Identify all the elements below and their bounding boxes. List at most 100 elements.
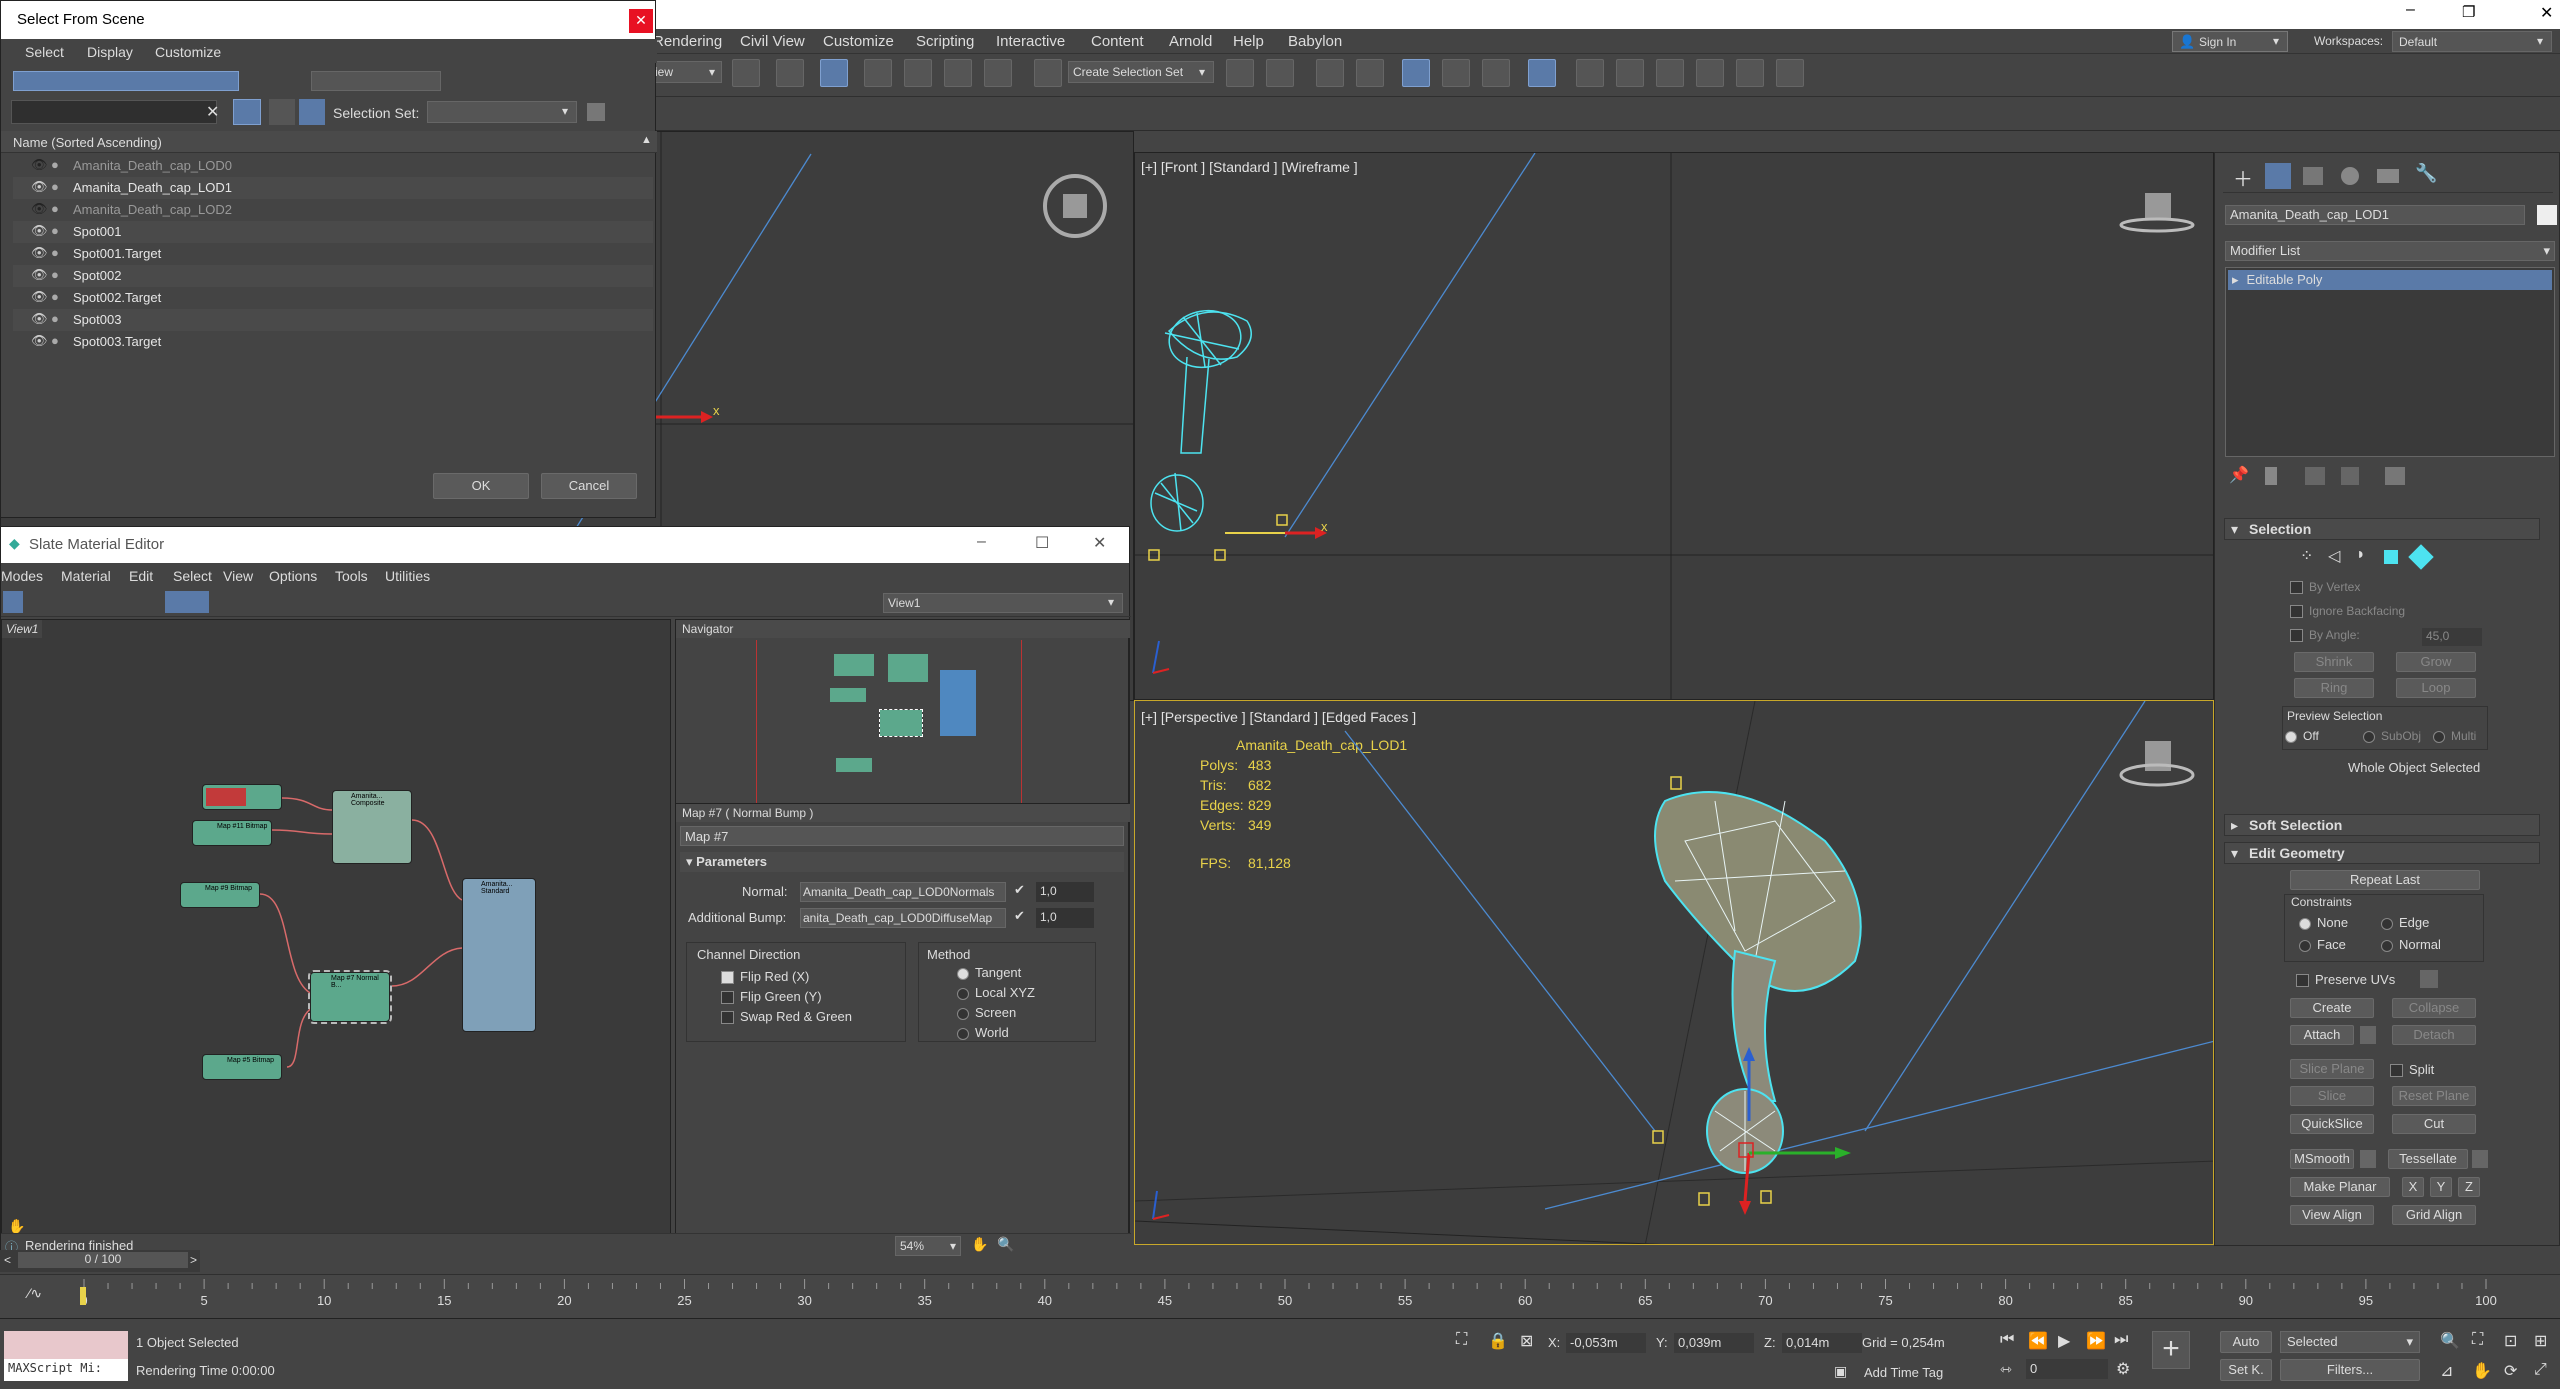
preview-off-radio[interactable]: Off <box>2285 729 2319 743</box>
zoom-extents-all-icon[interactable]: ⊞ <box>2534 1331 2547 1351</box>
repeat-last-button[interactable]: Repeat Last <box>2290 870 2480 890</box>
visibility-eye-icon[interactable]: 👁 <box>31 223 48 239</box>
zoom-extents-icon[interactable]: ⊡ <box>2504 1331 2517 1351</box>
display-tab-icon[interactable] <box>2377 169 2399 183</box>
bump-enable-check-icon[interactable]: ✔ <box>1014 908 1025 924</box>
normal-amount-spinner[interactable]: 1,0 <box>1036 882 1094 902</box>
layers-icon[interactable] <box>269 99 295 125</box>
workspace-dropdown[interactable]: Default ▾ <box>2392 31 2552 52</box>
normal-map-button[interactable]: Amanita_Death_cap_LOD0Normals <box>800 882 1006 902</box>
menu-interactive[interactable]: Interactive <box>996 33 1065 50</box>
selection-set-dropdown-dialog[interactable]: ▾ <box>427 101 577 123</box>
slate-menu-select[interactable]: Select <box>173 568 212 584</box>
list-column-header[interactable]: Name (Sorted Ascending) ▲ <box>1 131 657 153</box>
bitmap-node-red[interactable] <box>202 784 282 810</box>
restore-window-icon[interactable]: ❐ <box>2462 3 2475 21</box>
prev-frame-icon[interactable]: < <box>4 1253 11 1267</box>
stack-item-editable-poly[interactable]: ▸ Editable Poly <box>2228 270 2552 290</box>
render-setup-icon[interactable] <box>1576 59 1604 87</box>
slate-menu-modes[interactable]: Modes <box>1 568 43 584</box>
edge-icon[interactable]: ◁ <box>2328 546 2340 566</box>
clear-search-icon[interactable]: ✕ <box>206 102 219 122</box>
lock-selection-icon[interactable]: 🔒 <box>1488 1331 1508 1351</box>
next-frame-icon[interactable]: > <box>190 1253 197 1267</box>
z-coordinate-field[interactable]: 0,014m <box>1782 1333 1862 1353</box>
angle-spinner[interactable]: 45,0 <box>2422 628 2482 646</box>
msmooth-button[interactable]: MSmooth <box>2290 1149 2354 1169</box>
slate-menu-utilities[interactable]: Utilities <box>385 568 430 584</box>
orbit-icon[interactable]: ⟳ <box>2504 1361 2517 1381</box>
make-unique-icon[interactable] <box>2305 467 2325 485</box>
render-cloud-icon[interactable] <box>1696 59 1724 87</box>
dialog-menu-display[interactable]: Display <box>87 44 133 60</box>
slate-menu-view[interactable]: View <box>223 568 253 584</box>
visibility-eye-icon[interactable]: 👁 <box>31 289 48 305</box>
tangent-radio[interactable]: Tangent <box>957 965 1021 980</box>
menu-rendering[interactable]: Rendering <box>653 33 722 50</box>
screen-radio[interactable]: Screen <box>957 1005 1016 1020</box>
create-tab-icon[interactable]: ＋ <box>2233 163 2253 192</box>
list-item[interactable]: 👁 ● Spot001.Target <box>13 243 653 265</box>
constraint-face-radio[interactable]: Face <box>2299 937 2346 952</box>
create-button[interactable]: Create <box>2290 998 2374 1018</box>
curve-editor-icon[interactable] <box>1442 59 1470 87</box>
expand-arrow-icon[interactable]: ▸ <box>2232 272 2239 287</box>
reset-plane-button[interactable]: Reset Plane <box>2392 1086 2476 1106</box>
render-production-icon[interactable] <box>1656 59 1684 87</box>
time-config-icon[interactable]: ⚙ <box>2116 1359 2130 1379</box>
vertex-icon[interactable]: ⁘ <box>2300 546 2313 566</box>
modifier-list-dropdown[interactable]: Modifier List ▾ <box>2225 241 2555 261</box>
ignore-backfacing-checkbox[interactable]: Ignore Backfacing <box>2290 604 2405 619</box>
preview-multi-radio[interactable]: Multi <box>2433 729 2476 743</box>
dialog-menu-select[interactable]: Select <box>25 44 64 60</box>
prev-key-icon[interactable]: ⏪ <box>2028 1331 2048 1351</box>
angle-snap-icon[interactable] <box>904 59 932 87</box>
visibility-eye-icon[interactable]: 👁 <box>31 333 48 349</box>
local-xyz-radio[interactable]: Local XYZ <box>957 985 1035 1000</box>
fov-icon[interactable]: ⊿ <box>2440 1361 2453 1381</box>
time-slider[interactable]: < 0 / 100 > <box>0 1250 200 1272</box>
flip-green-checkbox[interactable]: Flip Green (Y) <box>721 989 822 1005</box>
minimize-window-icon[interactable]: – <box>2406 1 2415 19</box>
visibility-eye-icon[interactable]: 👁 <box>31 245 48 261</box>
attach-list-icon[interactable] <box>2360 1026 2376 1044</box>
border-icon[interactable]: ◗ <box>2356 546 2366 564</box>
soft-selection-rollout[interactable]: ▸ Soft Selection <box>2224 814 2540 836</box>
map9-bitmap-node[interactable]: Map #9 Bitmap <box>180 882 260 908</box>
zoom-all-icon[interactable]: ⛶ <box>2472 1331 2483 1349</box>
bump-amount-spinner[interactable]: 1,0 <box>1036 908 1094 928</box>
map5-bitmap-node[interactable]: Map #5 Bitmap <box>202 1054 282 1080</box>
polygon-icon[interactable] <box>2384 550 2398 564</box>
view-align-button[interactable]: View Align <box>2290 1205 2374 1225</box>
layer-explorer-icon[interactable] <box>1356 59 1384 87</box>
auto-key-button[interactable]: Auto <box>2220 1331 2272 1353</box>
edit-named-sets-icon[interactable] <box>1034 59 1062 87</box>
key-filter-dropdown[interactable]: Selected ▾ <box>2280 1331 2420 1353</box>
visibility-eye-icon[interactable]: 👁 <box>31 157 48 173</box>
by-angle-checkbox[interactable]: By Angle: <box>2290 628 2360 643</box>
list-item[interactable]: 👁 ● Amanita_Death_cap_LOD0 <box>13 155 653 177</box>
maximize-viewport-icon[interactable]: ⤢ <box>2534 1361 2547 1379</box>
list-item[interactable]: 👁 ● Spot002 <box>13 265 653 287</box>
schematic-view-icon[interactable] <box>1482 59 1510 87</box>
menu-civil-view[interactable]: Civil View <box>740 33 805 50</box>
goto-start-icon[interactable]: ⏮ <box>2000 1331 2014 1349</box>
planar-y-button[interactable]: Y <box>2430 1177 2452 1197</box>
list-item[interactable]: 👁 ● Spot003.Target <box>13 331 653 353</box>
configure-sets-icon[interactable] <box>2385 467 2405 485</box>
detach-button[interactable]: Detach <box>2392 1025 2476 1045</box>
layout-icon[interactable] <box>165 591 209 613</box>
close-slate-icon[interactable]: ✕ <box>1093 533 1106 553</box>
pan-view-icon[interactable]: ✋ <box>2472 1361 2492 1381</box>
object-name-input[interactable]: Amanita_Death_cap_LOD1 <box>2225 205 2525 225</box>
preview-subobj-radio[interactable]: SubObj <box>2363 729 2421 743</box>
dialog-menu-customize[interactable]: Customize <box>155 44 221 60</box>
zoom-dropdown[interactable]: 54% ▾ <box>895 1236 961 1256</box>
planar-x-button[interactable]: X <box>2402 1177 2424 1197</box>
maximize-icon[interactable]: ☐ <box>1035 533 1049 553</box>
scene-explorer-icon[interactable] <box>1316 59 1344 87</box>
cancel-button[interactable]: Cancel <box>541 473 637 499</box>
menu-scripting[interactable]: Scripting <box>916 33 974 50</box>
list-item[interactable]: 👁 ● Spot001 <box>13 221 653 243</box>
absolute-mode-icon[interactable]: ⊠ <box>1520 1331 1533 1351</box>
